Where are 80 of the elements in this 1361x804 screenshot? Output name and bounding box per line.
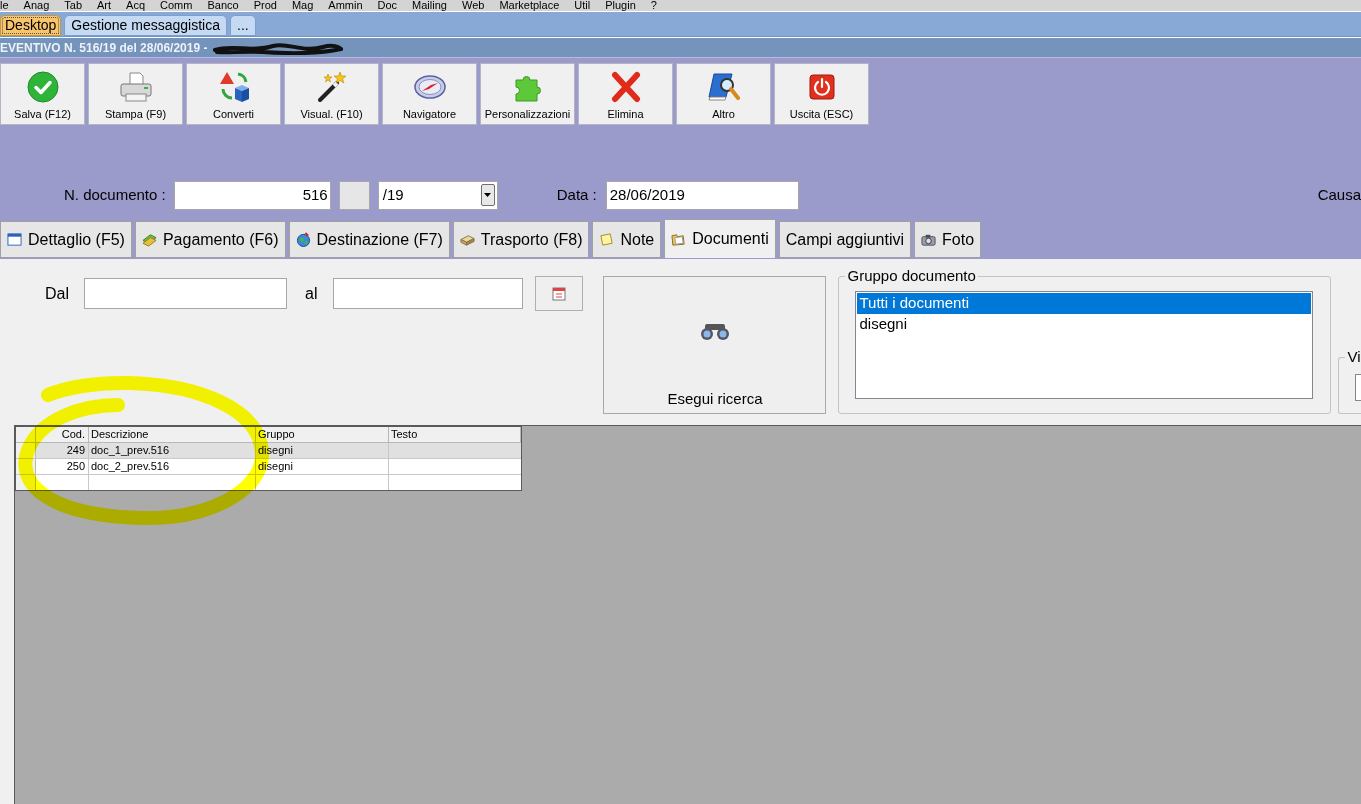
- series-dropdown[interactable]: /19: [377, 180, 498, 210]
- date-field[interactable]: 28/06/2019: [605, 180, 799, 210]
- book-magnifier-icon: [707, 71, 740, 103]
- window-tab[interactable]: Gestione messaggistica: [64, 15, 227, 36]
- column-header[interactable]: Testo: [389, 427, 521, 442]
- folder-icon: [671, 231, 687, 247]
- package-icon: [459, 232, 475, 247]
- calendar-button[interactable]: [535, 276, 584, 311]
- menu-item[interactable]: Art: [97, 0, 112, 11]
- menu-item[interactable]: ?: [650, 0, 657, 11]
- toolbar-button[interactable]: Altro: [676, 63, 771, 125]
- tab[interactable]: Note: [592, 221, 662, 258]
- shapes-icon: [217, 71, 250, 103]
- document-group-list[interactable]: Tutti i documenti disegni: [855, 291, 1314, 399]
- column-header[interactable]: Descrizione: [89, 427, 256, 442]
- menu-item[interactable]: Mailing: [412, 0, 447, 11]
- money-icon: [141, 232, 157, 247]
- toolbar-button[interactable]: Navigatore: [382, 63, 477, 125]
- cross-icon: [609, 71, 642, 103]
- menu-item[interactable]: le: [0, 0, 9, 11]
- group-title: Gruppo documento: [845, 267, 978, 285]
- menu-item[interactable]: Plugin: [605, 0, 636, 11]
- caret-icon: [484, 193, 492, 197]
- toolbar-button[interactable]: Salva (F12): [0, 63, 85, 125]
- field-label: N. documento :: [64, 184, 166, 205]
- globe-icon: [295, 232, 311, 247]
- list-item[interactable]: Tutti i documenti: [857, 293, 1312, 314]
- table-cell: doc_1_prev.516: [89, 443, 256, 458]
- toolbar-button[interactable]: Stampa (F9): [88, 63, 183, 125]
- table-cell: 249: [36, 443, 89, 458]
- list-item[interactable]: disegni: [857, 314, 1312, 335]
- menu-item[interactable]: Prod: [253, 0, 277, 11]
- document-title: EVENTIVO N. 516/19 del 28/06/2019 -: [0, 39, 208, 57]
- menu-item[interactable]: Web: [461, 0, 485, 11]
- toolbar-button[interactable]: Elimina: [578, 63, 673, 125]
- camera-icon: [921, 232, 937, 247]
- tab[interactable]: Foto: [914, 221, 982, 258]
- tab[interactable]: Trasporto (F8): [452, 221, 590, 258]
- table-cell: doc_2_prev.516: [89, 459, 256, 474]
- toolbar-button[interactable]: Converti: [186, 63, 281, 125]
- tab[interactable]: Campi aggiuntivi: [778, 221, 912, 258]
- input-field[interactable]: [1355, 374, 1361, 401]
- field-label: al: [305, 283, 318, 304]
- input-field[interactable]: [333, 278, 524, 309]
- menu-item[interactable]: Util: [574, 0, 591, 11]
- menu-item[interactable]: Ammin: [328, 0, 363, 11]
- menu-item[interactable]: Anag: [23, 0, 50, 11]
- window-tab[interactable]: ...: [230, 15, 256, 36]
- menu-item[interactable]: Tab: [64, 0, 82, 11]
- field-label: Causa: [1317, 184, 1361, 205]
- toolbar-button[interactable]: Personalizzazioni: [480, 63, 575, 125]
- calendar-icon: [552, 286, 567, 301]
- check-icon: [26, 71, 59, 103]
- dropdown-button[interactable]: [480, 184, 495, 206]
- search-button[interactable]: Esegui ricerca: [603, 276, 827, 414]
- field-label: Dal: [45, 283, 69, 304]
- column-header[interactable]: Cod.: [36, 427, 89, 442]
- tab[interactable]: Dettaglio (F5): [0, 221, 132, 258]
- window-tab[interactable]: Desktop: [0, 15, 62, 36]
- table-cell: 250: [36, 459, 89, 474]
- menu-item[interactable]: Banco: [207, 0, 239, 11]
- binoculars-icon: [698, 321, 731, 341]
- document-number-field[interactable]: 516: [173, 180, 331, 210]
- window-icon: [7, 232, 22, 247]
- note-icon: [599, 232, 615, 247]
- square-button[interactable]: [338, 180, 370, 210]
- toolbar-button[interactable]: Uscita (ESC): [774, 63, 869, 125]
- toolbar-button[interactable]: Visual. (F10): [284, 63, 379, 125]
- input-field[interactable]: [84, 278, 287, 309]
- tab[interactable]: Pagamento (F6): [134, 221, 286, 258]
- printer-icon: [119, 71, 152, 103]
- menu-item[interactable]: Mag: [291, 0, 314, 11]
- menu-item[interactable]: Acq: [126, 0, 146, 11]
- tab[interactable]: Destinazione (F7): [288, 221, 450, 258]
- tab[interactable]: Documenti: [664, 219, 776, 258]
- menu-item[interactable]: Comm: [160, 0, 193, 11]
- menu-item[interactable]: Doc: [377, 0, 398, 11]
- menu-item[interactable]: Marketplace: [499, 0, 560, 11]
- magic-wand-icon: [315, 71, 348, 103]
- field-label: Data :: [556, 184, 597, 205]
